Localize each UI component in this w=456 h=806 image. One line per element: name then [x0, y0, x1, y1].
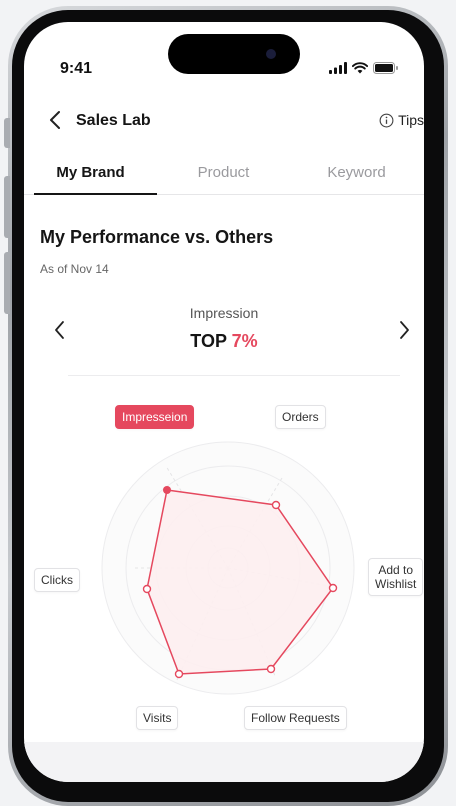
status-time: 9:41: [60, 60, 93, 77]
radar-point-follow: [266, 664, 276, 674]
tab-product[interactable]: Product: [157, 152, 290, 194]
volume-up-button: [4, 176, 10, 238]
camera-icon: [266, 49, 276, 59]
page-title: Sales Lab: [76, 112, 151, 129]
radar-chart: [101, 441, 355, 695]
bottom-section: [24, 742, 424, 782]
signal-icon: [329, 62, 347, 74]
radar-point-orders: [271, 500, 281, 510]
action-button: [4, 118, 10, 148]
dynamic-island: [168, 34, 300, 74]
screen: 9:41 Sales Lab Tips My Brand Product Key…: [24, 22, 424, 782]
back-icon[interactable]: [44, 108, 68, 132]
radar-label-wishlist-line2: Wishlist: [375, 577, 417, 591]
radar-label-wishlist-line1: Add to: [378, 563, 414, 577]
divider: [68, 375, 400, 376]
radar-point-visits: [174, 669, 184, 679]
radar-label-impression[interactable]: Impresseion: [115, 405, 195, 429]
status-icons: [329, 62, 398, 74]
tips-label: Tips: [398, 112, 424, 128]
as-of-date: As of Nov 14: [40, 262, 109, 276]
tips-button[interactable]: Tips: [379, 112, 424, 128]
tab-my-brand[interactable]: My Brand: [24, 152, 157, 195]
tab-keyword[interactable]: Keyword: [290, 152, 423, 194]
info-icon: [379, 113, 394, 127]
tab-bar: My Brand Product Keyword: [24, 152, 424, 195]
rank-value: 7%: [231, 331, 258, 351]
volume-down-button: [4, 252, 10, 314]
chevron-right-icon[interactable]: [394, 318, 414, 342]
section-title: My Performance vs. Others: [40, 227, 274, 247]
radar-label-wishlist[interactable]: Add to Wishlist: [368, 558, 424, 596]
battery-icon: [373, 62, 398, 74]
wifi-icon: [352, 62, 368, 74]
radar-label-follow-requests[interactable]: Follow Requests: [244, 706, 347, 730]
radar-point-wishlist: [328, 583, 338, 593]
radar-label-orders[interactable]: Orders: [275, 405, 326, 429]
radar-point-impression: [163, 486, 171, 494]
metric-rank: TOP 7%: [24, 331, 424, 352]
radar-label-clicks[interactable]: Clicks: [34, 568, 80, 592]
radar-point-clicks: [142, 584, 152, 594]
radar-label-visits[interactable]: Visits: [136, 706, 179, 730]
metric-name: Impression: [189, 305, 259, 321]
rank-prefix: TOP: [190, 331, 227, 351]
